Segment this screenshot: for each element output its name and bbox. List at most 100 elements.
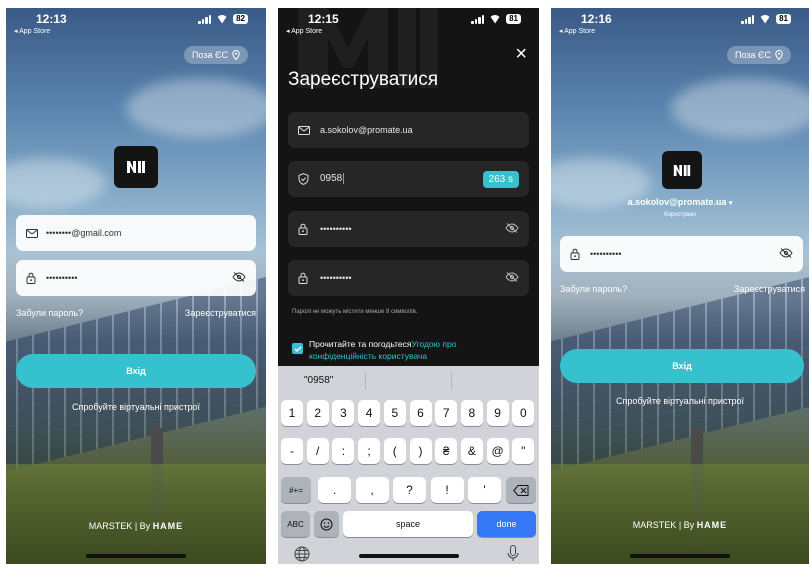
keyboard-key[interactable]: .	[318, 477, 351, 503]
keyboard-key[interactable]: 2	[306, 400, 329, 426]
password-value: ••••••••••	[320, 224, 352, 234]
brand-footer: MARSTEK | By HAME	[88, 521, 184, 531]
region-selector[interactable]: Поза ЄС	[727, 46, 791, 64]
login-screen: 12:13 ◂ App Store 82 Поза ЄС ••••••••@gm…	[6, 8, 266, 564]
keyboard-key[interactable]: )	[409, 438, 432, 464]
signal-icon	[741, 14, 755, 24]
status-time: 12:15	[308, 12, 339, 26]
region-label: Поза ЄС	[192, 50, 228, 60]
keyboard-key[interactable]: 1	[281, 400, 303, 426]
shield-icon	[298, 173, 312, 185]
home-indicator	[86, 554, 186, 558]
login-button[interactable]: Вхід	[560, 349, 804, 383]
forgot-password-link[interactable]: Забули пароль?	[560, 284, 627, 294]
emoji-key[interactable]	[314, 511, 339, 537]
register-link[interactable]: Зареєструватися	[734, 284, 805, 294]
keyboard-key[interactable]: !	[430, 477, 464, 503]
keyboard-key[interactable]: "	[512, 438, 535, 464]
signal-icon	[198, 14, 212, 24]
keyboard-key[interactable]: :	[332, 438, 355, 464]
battery-icon: 82	[233, 14, 248, 24]
keyboard-key[interactable]: '	[468, 477, 501, 503]
keyboard-key[interactable]: (	[383, 438, 406, 464]
checkbox-icon[interactable]	[292, 343, 303, 354]
try-virtual-devices-link[interactable]: Спробуйте віртуальні пристрої	[551, 396, 809, 406]
lock-icon	[298, 223, 312, 235]
keyboard-key[interactable]: ?	[393, 477, 426, 503]
keyboard-key[interactable]: -	[281, 438, 303, 464]
wifi-icon	[489, 15, 501, 24]
wifi-icon	[759, 15, 771, 24]
region-selector[interactable]: Поза ЄС	[184, 46, 248, 64]
keyboard-key[interactable]: 6	[409, 400, 432, 426]
back-to-app-store[interactable]: ◂ App Store	[14, 27, 50, 35]
eye-off-icon[interactable]	[505, 272, 519, 284]
confirm-password-field[interactable]: ••••••••••	[288, 260, 529, 296]
email-value: ••••••••@gmail.com	[46, 228, 122, 238]
password-field[interactable]: ••••••••••	[288, 211, 529, 247]
keyboard-key[interactable]: @	[486, 438, 509, 464]
account-email: a.sokolov@promate.ua	[627, 197, 727, 207]
account-role: Користувач	[664, 212, 696, 218]
lock-icon	[26, 272, 40, 284]
eye-off-icon[interactable]	[505, 223, 519, 235]
region-label: Поза ЄС	[735, 50, 771, 60]
password-value: ••••••••••	[46, 273, 78, 283]
keyboard-key[interactable]: ₴	[435, 438, 458, 464]
login-button[interactable]: Вхід	[16, 354, 256, 388]
status-bar: 12:13 ◂ App Store 82	[6, 8, 266, 44]
page-title: Зареєструватися	[288, 69, 439, 90]
password-field[interactable]: ••••••••••	[560, 236, 803, 272]
status-bar: 12:16 ◂ App Store 81	[551, 8, 809, 44]
marstek-logo	[662, 151, 702, 189]
marstek-logo-icon	[127, 161, 145, 173]
back-to-app-store[interactable]: ◂ App Store	[559, 27, 595, 35]
try-virtual-devices-link[interactable]: Спробуйте віртуальні пристрої	[6, 402, 266, 412]
verification-code-field[interactable]: 0958 263 s	[288, 161, 529, 197]
backspace-icon	[513, 484, 529, 496]
keyboard-key[interactable]: /	[306, 438, 329, 464]
lock-icon	[570, 248, 584, 260]
battery-icon: 81	[776, 14, 791, 24]
login-screen-saved-account: 12:16 ◂ App Store 81 Поза ЄС a.sokolov@p…	[551, 8, 809, 564]
marstek-logo	[114, 146, 158, 188]
keyboard-key[interactable]: ,	[355, 477, 389, 503]
done-key[interactable]: done	[477, 511, 536, 537]
back-to-app-store[interactable]: ◂ App Store	[286, 27, 322, 35]
email-field[interactable]: a.sokolov@promate.ua	[288, 112, 529, 148]
close-icon[interactable]: ×	[515, 44, 527, 64]
abc-key[interactable]: ABC	[281, 511, 310, 537]
space-key[interactable]: space	[343, 511, 473, 537]
backspace-key[interactable]	[506, 477, 536, 503]
eye-off-icon[interactable]	[232, 272, 246, 284]
email-value: a.sokolov@promate.ua	[320, 125, 413, 135]
brand-footer: MARSTEK | By HAME	[632, 520, 728, 530]
keyboard-key[interactable]: 3	[332, 400, 355, 426]
keyboard-key[interactable]: 0	[512, 400, 535, 426]
password-field[interactable]: ••••••••••	[16, 260, 256, 296]
keyboard-key[interactable]: 7	[435, 400, 458, 426]
globe-icon[interactable]	[294, 546, 310, 564]
location-pin-icon	[775, 50, 783, 60]
keyboard-key[interactable]: 9	[486, 400, 509, 426]
keyboard-suggestion[interactable]: "0958"	[304, 375, 333, 386]
numeric-keyboard: "0958" #+= ABC space done 1 2 3 4 5 6 7 8 9 0 - /:;…	[278, 366, 539, 564]
chevron-down-icon: ▾	[728, 200, 733, 207]
keyboard-key[interactable]: &	[460, 438, 483, 464]
resend-timer-button[interactable]: 263 s	[482, 170, 519, 188]
wifi-icon	[216, 15, 228, 24]
keyboard-key[interactable]: 5	[383, 400, 406, 426]
agreement-text: Прочитайте та погодьтеся	[309, 339, 412, 349]
email-field[interactable]: ••••••••@gmail.com	[16, 215, 256, 251]
keyboard-key[interactable]: ;	[358, 438, 381, 464]
confirm-password-value: ••••••••••	[320, 273, 352, 283]
keyboard-key[interactable]: 4	[358, 400, 381, 426]
microphone-icon[interactable]	[507, 545, 519, 564]
forgot-password-link[interactable]: Забули пароль?	[16, 308, 83, 318]
keyboard-key[interactable]: 8	[460, 400, 483, 426]
register-link[interactable]: Зареєструватися	[185, 308, 256, 318]
symbols-toggle-key[interactable]: #+=	[281, 477, 311, 503]
location-pin-icon	[232, 50, 240, 60]
account-switcher[interactable]: a.sokolov@promate.ua ▾	[551, 197, 809, 207]
eye-off-icon[interactable]	[779, 248, 793, 260]
